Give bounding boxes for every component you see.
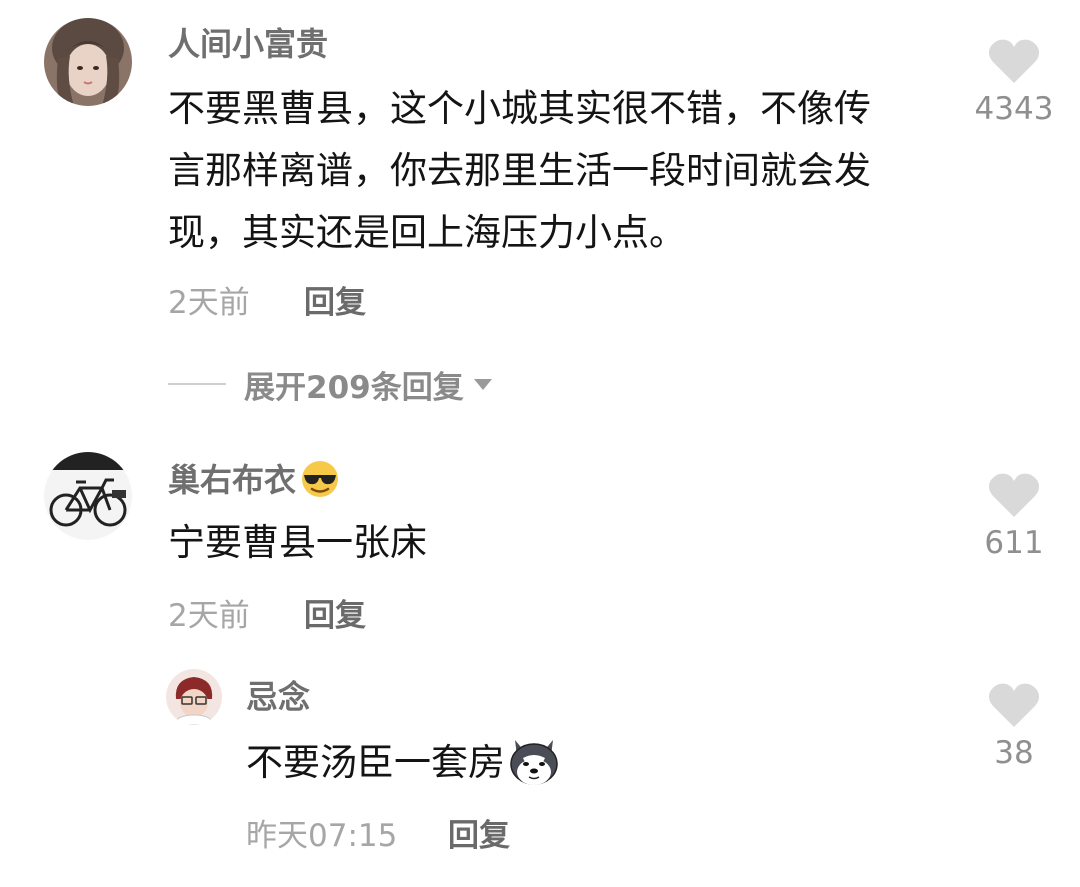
comment-time: 昨天07:15: [246, 818, 398, 854]
heart-icon: [988, 473, 1040, 517]
like-count: 4343: [974, 91, 1054, 127]
user-avatar[interactable]: [44, 452, 132, 540]
avatar-cartoon-image: [166, 669, 222, 725]
like-button[interactable]: 611: [959, 472, 1069, 562]
username-label: 巢右布衣: [168, 461, 297, 499]
reply-button[interactable]: 回复: [448, 816, 510, 856]
like-count: 38: [994, 735, 1034, 771]
expand-replies-button[interactable]: 展开209条回复: [168, 364, 492, 406]
husky-dog-sticker-icon: [507, 734, 561, 788]
divider-line: [168, 383, 226, 385]
heart-icon: [988, 683, 1040, 727]
comment-text: 不要黑曹县，这个小城其实很不错，不像传 言那样离谱，你去那里生活一段时间就会发 …: [168, 78, 871, 264]
like-count: 611: [984, 525, 1044, 561]
chevron-down-icon: [473, 378, 492, 390]
comment-text-label: 不要汤臣一套房: [246, 741, 505, 784]
username[interactable]: 人间小富贵: [168, 24, 328, 64]
comment-time: 2天前: [168, 598, 250, 634]
reply-button[interactable]: 回复: [304, 283, 366, 323]
sunglasses-emoji-icon: [300, 459, 340, 499]
comment-time: 2天前: [168, 285, 250, 321]
avatar-girl-image: [44, 18, 132, 106]
user-avatar[interactable]: [166, 669, 222, 725]
comment-text-line: 现，其实还是回上海压力小点。: [168, 211, 686, 254]
like-button[interactable]: 4343: [959, 38, 1069, 128]
avatar-bicycle-image: [44, 452, 132, 540]
like-button[interactable]: 38: [959, 682, 1069, 772]
comment-text: 不要汤臣一套房: [246, 732, 561, 794]
user-avatar[interactable]: [44, 18, 132, 106]
comment-text: 宁要曹县一张床: [168, 521, 427, 564]
username[interactable]: 巢右布衣: [168, 460, 340, 502]
username[interactable]: 忌念: [246, 677, 310, 717]
expand-replies-label: 展开209条回复: [244, 369, 464, 406]
heart-icon: [988, 39, 1040, 83]
reply-button[interactable]: 回复: [304, 596, 366, 636]
comment-text-line: 不要黑曹县，这个小城其实很不错，不像传: [168, 87, 871, 130]
comment-text-line: 言那样离谱，你去那里生活一段时间就会发: [168, 149, 871, 192]
